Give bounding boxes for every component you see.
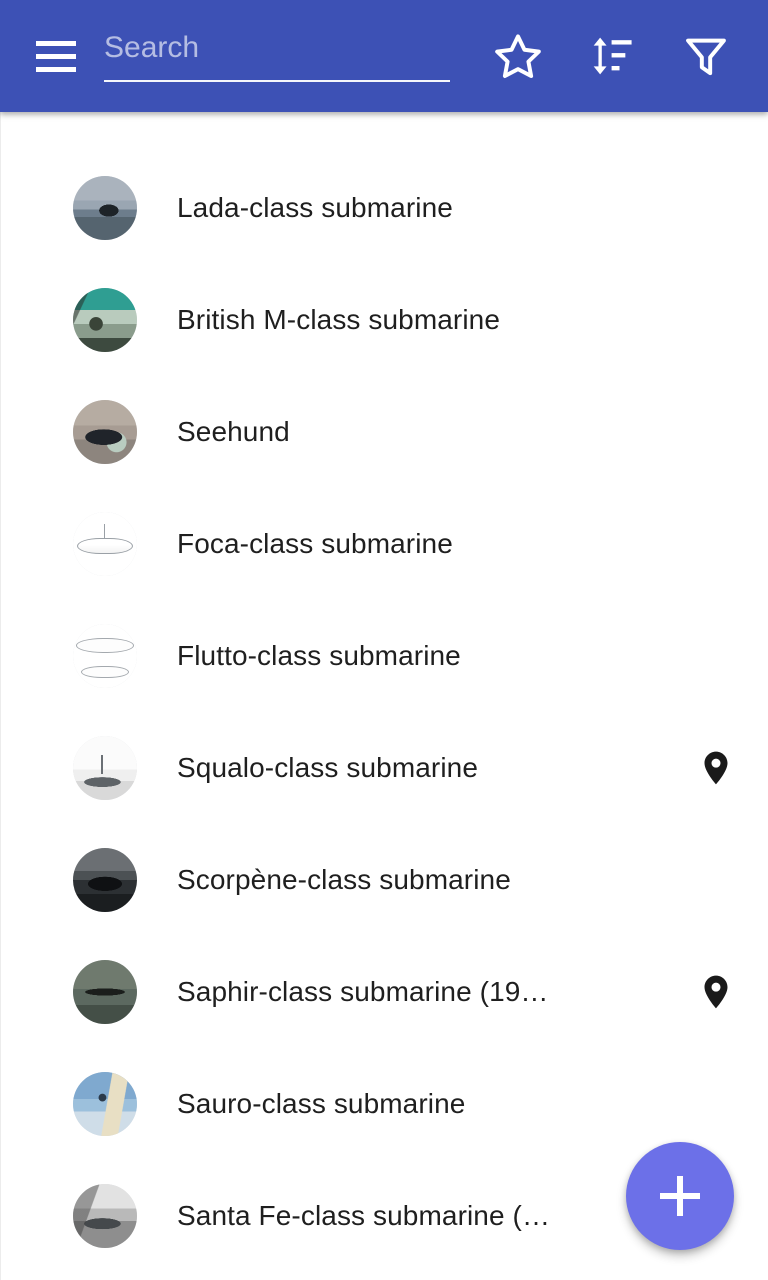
list-item-label: Sauro-class submarine (177, 1088, 466, 1119)
item-thumbnail (73, 400, 137, 464)
star-icon[interactable] (482, 20, 554, 92)
item-thumbnail (73, 176, 137, 240)
list-item-label: British M-class submarine (177, 304, 501, 335)
list-item[interactable]: Squalo-class submarine (1, 712, 768, 824)
app-root: Lada-class submarine British M-class sub… (0, 0, 768, 1280)
submarine-list[interactable]: Lada-class submarine British M-class sub… (0, 112, 768, 1280)
list-item-label: Santa Fe-class submarine (… (177, 1200, 551, 1231)
list-item[interactable]: Foca-class submarine (1, 488, 768, 600)
list-inner: Lada-class submarine British M-class sub… (1, 112, 768, 1272)
list-item[interactable]: British M-class submarine (1, 264, 768, 376)
search-field[interactable] (104, 20, 450, 92)
item-thumbnail (73, 1072, 137, 1136)
location-pin-icon[interactable] (692, 968, 740, 1016)
list-item-label: Squalo-class submarine (177, 752, 479, 783)
search-input[interactable] (104, 30, 450, 82)
menu-bar-3 (36, 66, 76, 72)
sort-icon[interactable] (576, 20, 648, 92)
list-item-label: Saphir-class submarine (19… (177, 976, 549, 1007)
item-thumbnail (73, 848, 137, 912)
list-item-label: Foca-class submarine (177, 528, 453, 559)
list-item-label: Flutto-class submarine (177, 640, 461, 671)
item-thumbnail (73, 624, 137, 688)
list-item[interactable]: Sauro-class submarine (1, 1048, 768, 1160)
list-item-label: Lada-class submarine (177, 192, 453, 223)
item-thumbnail (73, 736, 137, 800)
plus-icon-vertical (677, 1176, 683, 1216)
item-thumbnail (73, 960, 137, 1024)
list-item-label: Scorpène-class submarine (177, 864, 511, 895)
list-item[interactable]: Saphir-class submarine (19… (1, 936, 768, 1048)
list-item[interactable]: Seehund (1, 376, 768, 488)
list-item[interactable]: Scorpène-class submarine (1, 824, 768, 936)
item-thumbnail (73, 288, 137, 352)
item-thumbnail (73, 512, 137, 576)
list-item[interactable]: Lada-class submarine (1, 152, 768, 264)
list-item-label: Seehund (177, 416, 290, 447)
app-bar (0, 0, 768, 112)
location-pin-icon[interactable] (692, 744, 740, 792)
menu-bar-2 (36, 53, 76, 59)
list-item[interactable]: Flutto-class submarine (1, 600, 768, 712)
item-thumbnail (73, 1184, 137, 1248)
filter-icon[interactable] (670, 20, 742, 92)
hamburger-menu-icon[interactable] (20, 20, 92, 92)
app-bar-actions (460, 20, 742, 92)
add-button[interactable] (626, 1142, 734, 1250)
menu-bar-1 (36, 40, 76, 46)
